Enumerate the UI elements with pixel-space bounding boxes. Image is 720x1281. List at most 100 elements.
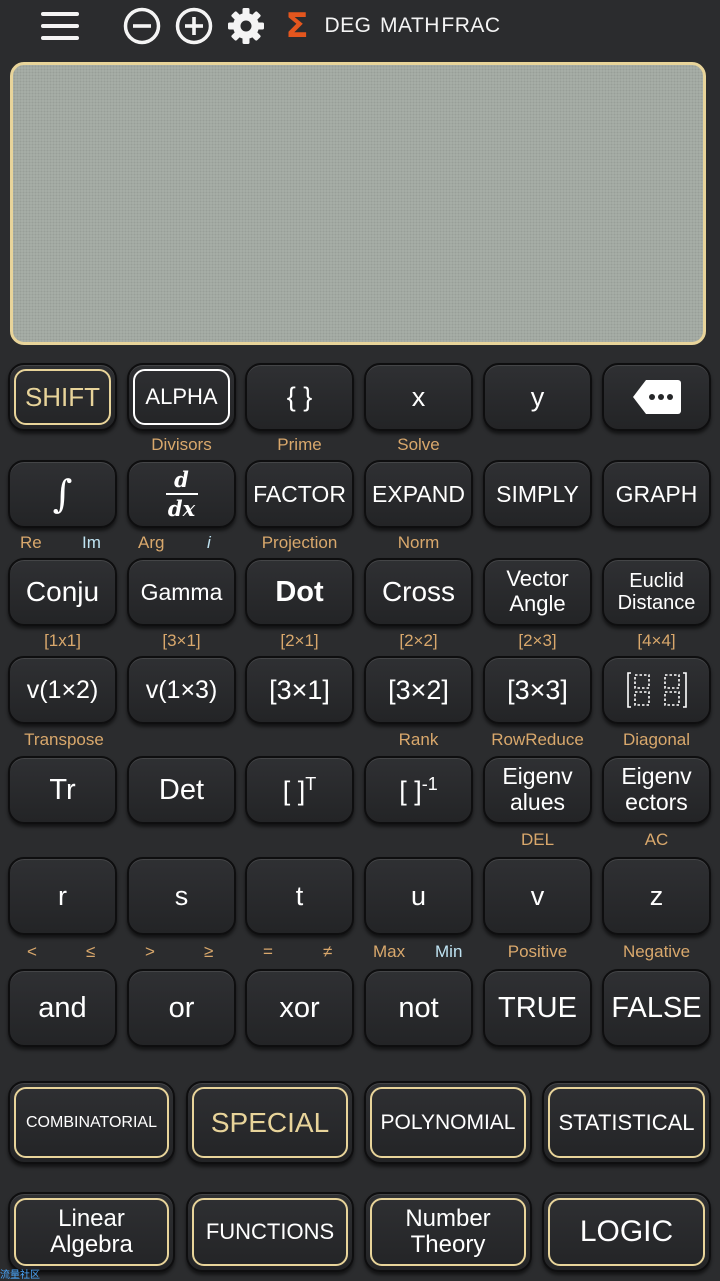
s-key-label: s — [174, 880, 189, 911]
gamma-key[interactable]: Gamma — [127, 558, 236, 626]
xor-key[interactable]: xor — [245, 969, 354, 1047]
s-key[interactable]: s — [127, 857, 236, 935]
factor-key[interactable]: FACTOR — [245, 460, 354, 528]
derivative-key[interactable]: d dx — [127, 460, 236, 528]
expand-key-label: EXPAND — [372, 480, 465, 507]
label-divisors: Divisors — [151, 435, 212, 454]
vector-1x2-key[interactable]: v(1×2) — [8, 656, 117, 724]
true-key[interactable]: TRUE — [483, 969, 592, 1047]
sigma-icon[interactable]: Σ — [282, 6, 312, 46]
dot-key-label: Dot — [275, 575, 324, 608]
graph-key[interactable]: GRAPH — [602, 460, 711, 528]
v-key-label: v — [530, 880, 545, 911]
eigenvalues-key[interactable]: Eigenv alues — [483, 756, 592, 824]
matrix-3x3-key[interactable]: [3×3] — [483, 656, 592, 724]
and-key[interactable]: and — [8, 969, 117, 1047]
conjugate-key[interactable]: Conju — [8, 558, 117, 626]
angle-mode-deg[interactable]: DEG — [325, 6, 372, 46]
not-key-label: not — [398, 991, 439, 1024]
vector-1x3-key[interactable]: v(1×3) — [127, 656, 236, 724]
label-ac: AC — [644, 830, 669, 849]
zoom-out-icon[interactable] — [122, 6, 162, 46]
matrix-3x2-key[interactable]: [3×2] — [364, 656, 473, 724]
false-key[interactable]: FALSE — [602, 969, 711, 1047]
number-theory-mode-button[interactable]: Number Theory — [364, 1192, 532, 1272]
vector-1x3-key-label: v(1×3) — [145, 675, 218, 704]
functions-mode-button[interactable]: FUNCTIONS — [186, 1192, 354, 1272]
integral-key[interactable]: ∫ — [8, 460, 117, 528]
polynomial-mode-button[interactable]: POLYNOMIAL — [364, 1081, 532, 1164]
xor-key-label: xor — [279, 991, 320, 1024]
transpose-key[interactable]: [ ]T — [245, 756, 354, 824]
dot-key[interactable]: Dot — [245, 558, 354, 626]
t-key[interactable]: t — [245, 857, 354, 935]
logic-mode-button[interactable]: LOGIC — [542, 1192, 711, 1272]
matrix-3x3-key-label: [3×3] — [507, 674, 568, 705]
shift-key[interactable]: SHIFT — [8, 363, 117, 431]
not-key[interactable]: not — [364, 969, 473, 1047]
or-key[interactable]: or — [127, 969, 236, 1047]
backspace-icon — [632, 380, 681, 414]
matrix-3x1-key-label: [3×1] — [269, 674, 330, 705]
label-2x3: [2×3] — [518, 631, 557, 650]
vector-1x2-key-label: v(1×2) — [26, 675, 99, 704]
matrix-grid-icon — [626, 672, 687, 708]
eigenvectors-key[interactable]: Eigenv ectors — [602, 756, 711, 824]
matrix-grid-key[interactable] — [602, 656, 711, 724]
combinatorial-mode-button[interactable]: COMBINATORIAL — [8, 1081, 175, 1164]
output-mode-frac[interactable]: FRAC — [441, 6, 500, 46]
label-max: Max — [373, 942, 406, 961]
trace-key[interactable]: Tr — [8, 756, 117, 824]
x-key[interactable]: x — [364, 363, 473, 431]
label-1x1: [1x1] — [44, 631, 81, 650]
simplify-key[interactable]: SIMPLY — [483, 460, 592, 528]
u-key-label: u — [410, 880, 427, 911]
gear-icon[interactable] — [226, 6, 266, 46]
euclid-distance-key[interactable]: Euclid Distance — [602, 558, 711, 626]
braces-key[interactable]: { } — [245, 363, 354, 431]
label-4x4: [4×4] — [637, 631, 676, 650]
zoom-in-icon[interactable] — [174, 6, 214, 46]
z-key[interactable]: z — [602, 857, 711, 935]
vector-angle-key-label: Vector Angle — [506, 566, 569, 616]
label-positive: Positive — [507, 942, 568, 961]
alpha-key[interactable]: ALPHA — [127, 363, 236, 431]
statistical-mode-button[interactable]: STATISTICAL — [542, 1081, 711, 1164]
z-key-label: z — [649, 880, 664, 911]
label-diagonal: Diagonal — [622, 730, 691, 749]
y-key[interactable]: y — [483, 363, 592, 431]
label-greater-equal: ≥ — [204, 942, 214, 961]
matrix-3x1-key[interactable]: [3×1] — [245, 656, 354, 724]
functions-mode-label: FUNCTIONS — [192, 1198, 348, 1266]
true-key-label: TRUE — [498, 991, 577, 1024]
label-projection: Projection — [261, 533, 338, 552]
menu-icon[interactable] — [41, 6, 79, 46]
inverse-key[interactable]: [ ]-1 — [364, 756, 473, 824]
backspace-key[interactable] — [602, 363, 711, 431]
vector-angle-key[interactable]: Vector Angle — [483, 558, 592, 626]
input-mode-math[interactable]: MATH — [380, 6, 439, 46]
label-im: Im — [82, 533, 101, 552]
linear-algebra-mode-button[interactable]: Linear Algebra — [8, 1192, 175, 1272]
eigenvalues-key-label: Eigenv alues — [502, 763, 573, 815]
inverse-key-label: [ ]-1 — [399, 774, 438, 806]
expand-key[interactable]: EXPAND — [364, 460, 473, 528]
label-3x1: [3×1] — [162, 631, 201, 650]
y-key-label: y — [530, 381, 545, 412]
label-rank: Rank — [398, 730, 439, 749]
v-key[interactable]: v — [483, 857, 592, 935]
simplify-key-label: SIMPLY — [496, 480, 579, 507]
label-2x2: [2×2] — [399, 631, 438, 650]
determinant-key[interactable]: Det — [127, 756, 236, 824]
special-mode-button[interactable]: SPECIAL — [186, 1081, 354, 1164]
r-key[interactable]: r — [8, 857, 117, 935]
top-toolbar: Σ DEG MATH FRAC — [0, 0, 720, 52]
label-solve: Solve — [397, 435, 440, 454]
label-2x1: [2×1] — [280, 631, 319, 650]
r-key-label: r — [58, 880, 67, 911]
eigenvectors-key-label: Eigenv ectors — [621, 763, 692, 815]
cross-key[interactable]: Cross — [364, 558, 473, 626]
calculator-display[interactable] — [10, 62, 706, 345]
u-key[interactable]: u — [364, 857, 473, 935]
euclid-distance-key-label: Euclid Distance — [617, 569, 696, 614]
